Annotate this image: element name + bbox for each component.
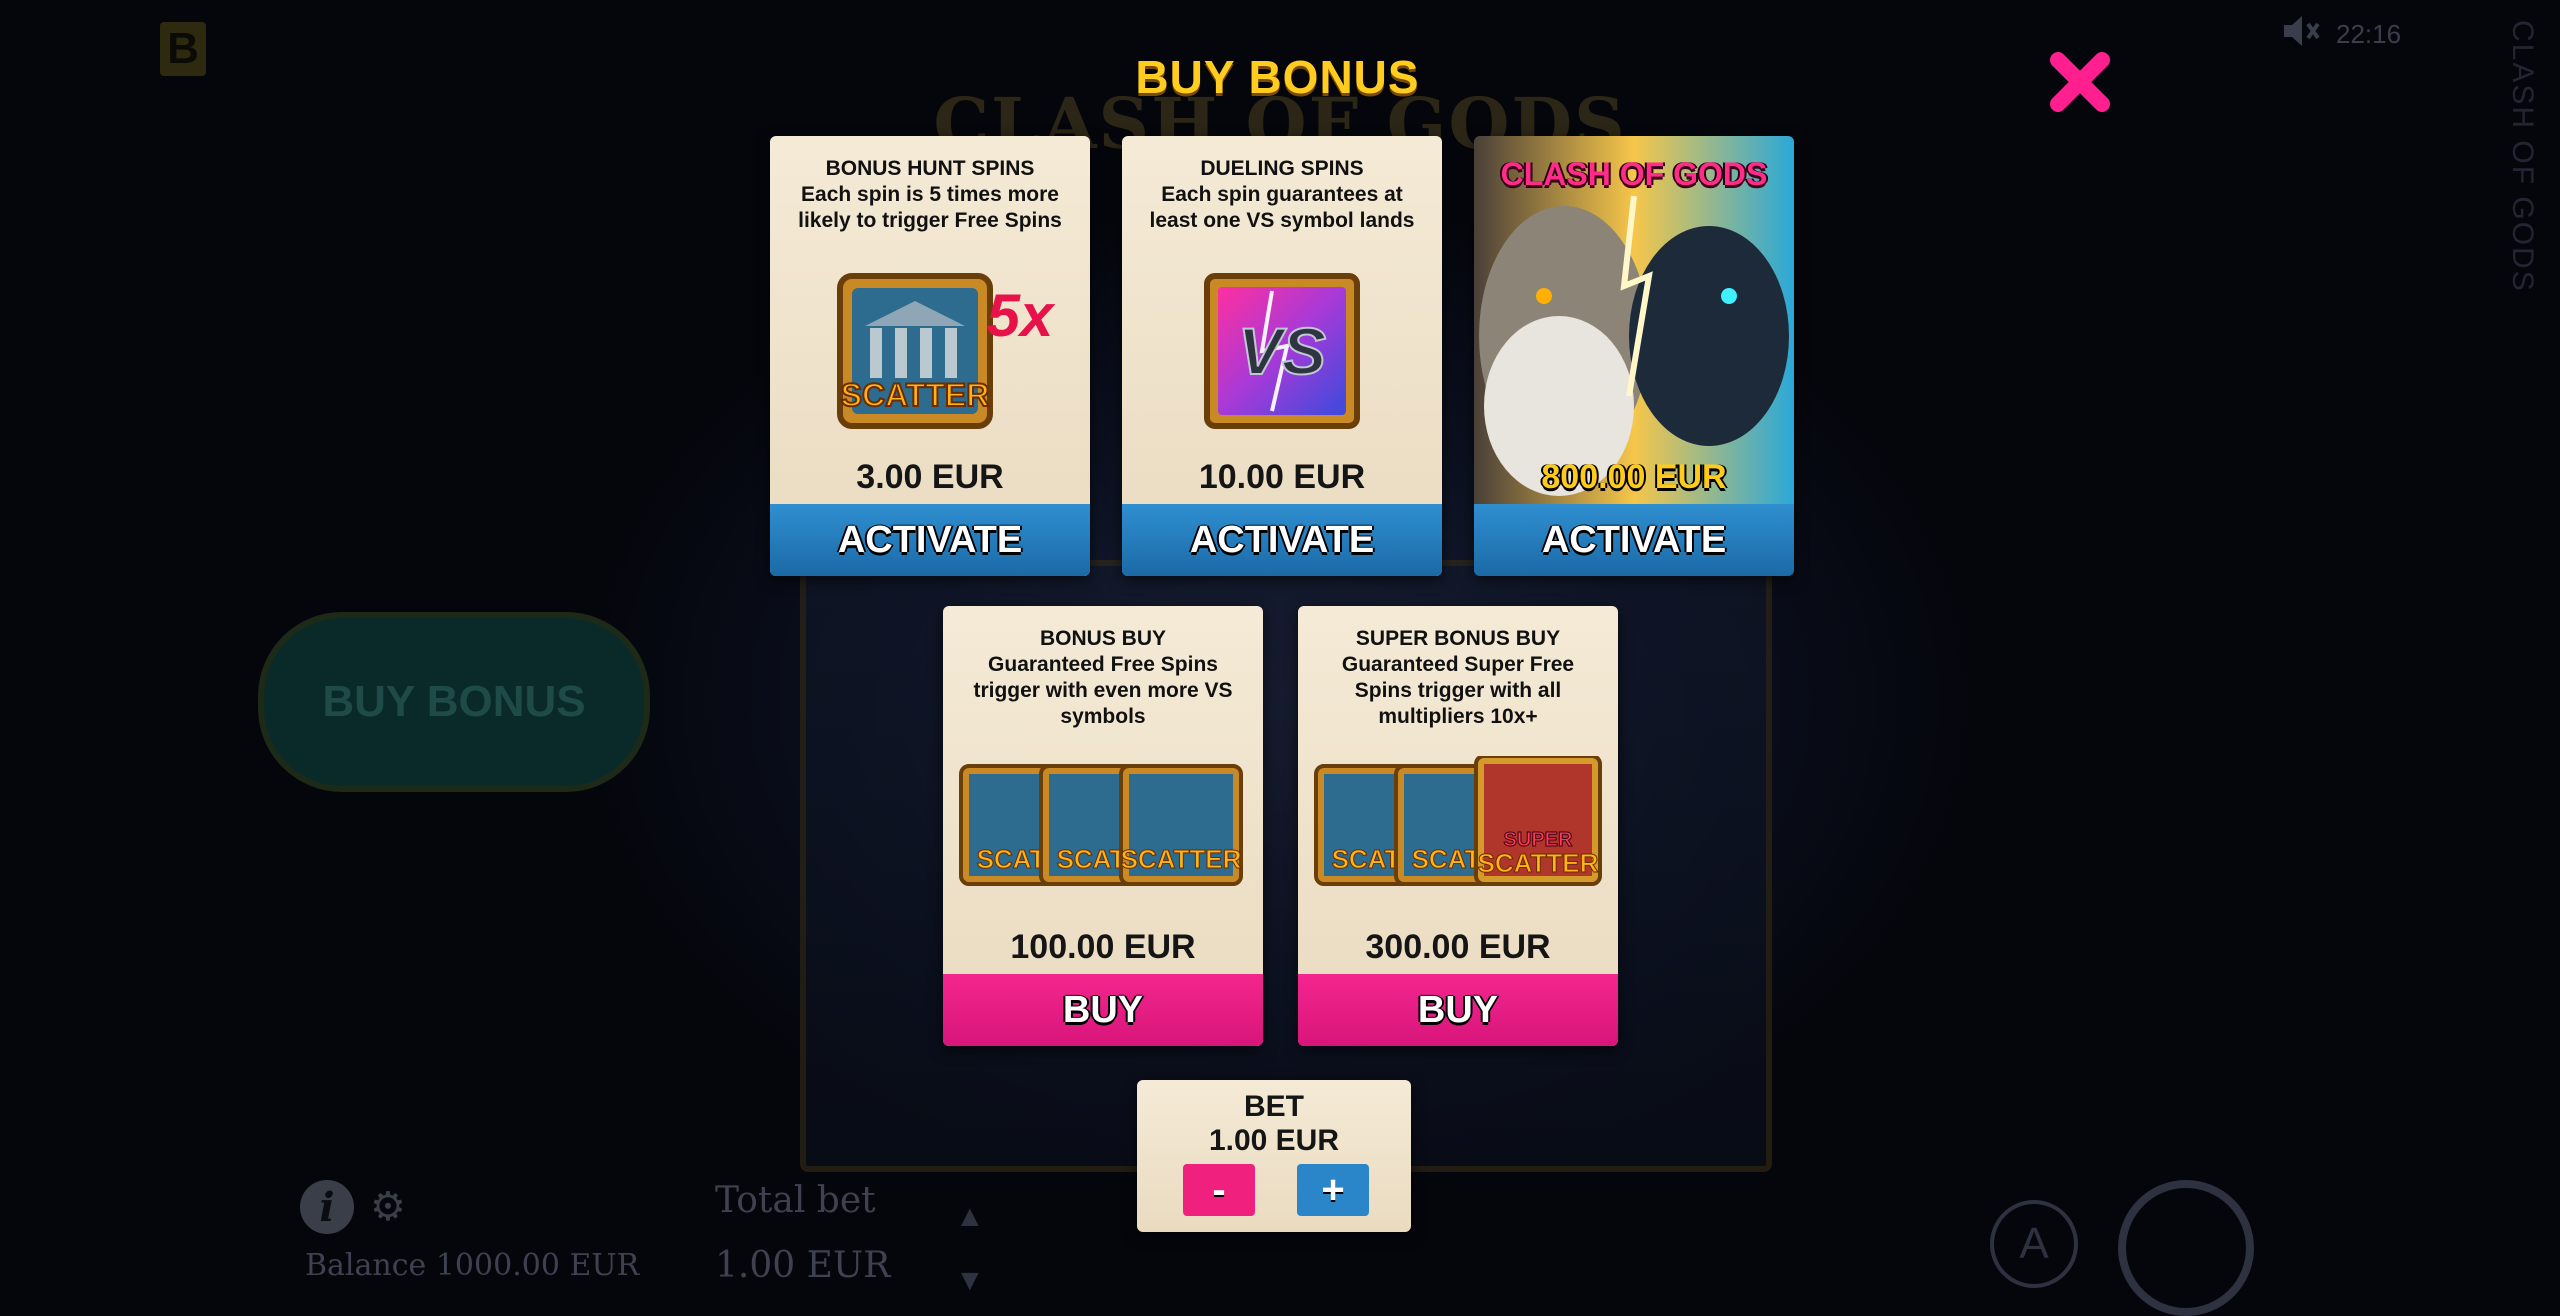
brand-logo: B (160, 22, 206, 76)
total-bet-currency: EUR (806, 1245, 891, 1286)
total-bet-value: 1.00 (715, 1245, 796, 1286)
balance-currency: EUR (569, 1248, 640, 1283)
mute-icon[interactable] (2282, 14, 2322, 55)
card-desc: Each spin guarantees at least one VS sym… (1149, 183, 1415, 232)
card-desc: Guaranteed Free Spins trigger with even … (973, 653, 1233, 728)
scatter-label: SCAT (1332, 844, 1401, 874)
arrow-up-icon: ▲ (955, 1200, 985, 1233)
card-price: 100.00 EUR (1010, 928, 1196, 966)
vertical-game-title: CLASH OF GODS (2506, 20, 2539, 293)
scatter-label: SCAT (1412, 844, 1481, 874)
scatter-label: SCAT (1057, 844, 1126, 874)
balance-value: 1000.00 (435, 1248, 560, 1283)
buy-super-bonus-button[interactable]: BUY (1298, 974, 1618, 1046)
bet-label: BET (1244, 1090, 1304, 1123)
card-description: BONUS BUY Guaranteed Free Spins trigger … (957, 626, 1249, 730)
increase-bet-button[interactable]: + (1297, 1164, 1369, 1216)
card-desc: Each spin is 5 times more likely to trig… (798, 183, 1062, 232)
activate-bonus-hunt-button[interactable]: ACTIVATE (770, 504, 1090, 576)
card-description: BONUS HUNT SPINS Each spin is 5 times mo… (784, 156, 1076, 234)
total-bet-label: Total bet (715, 1180, 876, 1221)
close-icon (2050, 52, 2110, 112)
scatter-label: SCATTER (1478, 848, 1599, 878)
card-desc: Guaranteed Super Free Spins trigger with… (1341, 653, 1575, 728)
modal-title: BUY BONUS (1135, 51, 1420, 103)
autoplay-button-background: A (1990, 1200, 2078, 1288)
clash-of-gods-card: CLASH OF GODS 800.00 EUR ACTIVATE (1474, 136, 1794, 576)
decrease-bet-button[interactable]: - (1183, 1164, 1255, 1216)
dueling-spins-card: DUELING SPINS Each spin guarantees at le… (1122, 136, 1442, 576)
card-name: BONUS HUNT SPINS (825, 157, 1035, 180)
info-icon: i (300, 1180, 354, 1234)
bet-value: 1.00 EUR (1208, 1124, 1340, 1157)
multiplier-badge: 5x (987, 282, 1056, 349)
arrow-down-icon: ▼ (955, 1264, 985, 1297)
card-name: DUELING SPINS (1200, 157, 1364, 180)
gear-icon: ⚙ (370, 1185, 406, 1229)
scatter-label: SCATTER (1121, 844, 1242, 874)
card-price: 800.00 EUR (1541, 458, 1727, 496)
balance-label: Balance (305, 1248, 427, 1283)
vs-label: VS (1238, 314, 1326, 388)
card-price: 3.00 EUR (856, 458, 1004, 496)
close-button[interactable] (2048, 50, 2112, 114)
spin-button-background (2118, 1180, 2254, 1316)
total-bet-readout: 1.00 EUR (715, 1245, 890, 1286)
balance-readout: Balance 1000.00 EUR (305, 1248, 639, 1283)
card-price: 10.00 EUR (1198, 458, 1366, 496)
bet-arrows: ▲ ▼ (955, 1185, 985, 1313)
scatter-label: SCAT (977, 844, 1046, 874)
card-description: DUELING SPINS Each spin guarantees at le… (1136, 156, 1428, 234)
activate-dueling-spins-button[interactable]: ACTIVATE (1122, 504, 1442, 576)
buy-bonus-button-background: BUY BONUS (258, 612, 650, 792)
super-bonus-buy-card: SUPER BONUS BUY Guaranteed Super Free Sp… (1298, 606, 1618, 1046)
buy-bonus-buy-button[interactable]: BUY (943, 974, 1263, 1046)
card-name: BONUS BUY (1039, 627, 1166, 650)
scatter-label: SCATTER (841, 377, 990, 413)
bonus-buy-card: BONUS BUY Guaranteed Free Spins trigger … (943, 606, 1263, 1046)
card-name: SUPER BONUS BUY (1355, 627, 1561, 650)
status-area: 22:16 (2282, 14, 2401, 55)
card-description: SUPER BONUS BUY Guaranteed Super Free Sp… (1312, 626, 1604, 730)
activate-clash-of-gods-button[interactable]: ACTIVATE (1474, 504, 1794, 576)
card-name: CLASH OF GODS (1500, 156, 1768, 192)
info-controls: i ⚙ (300, 1180, 406, 1234)
bet-selector: BET 1.00 EUR - + (1137, 1080, 1411, 1232)
clock: 22:16 (2336, 19, 2402, 49)
bonus-hunt-spins-card: BONUS HUNT SPINS Each spin is 5 times mo… (770, 136, 1090, 576)
card-price: 300.00 EUR (1365, 928, 1551, 966)
